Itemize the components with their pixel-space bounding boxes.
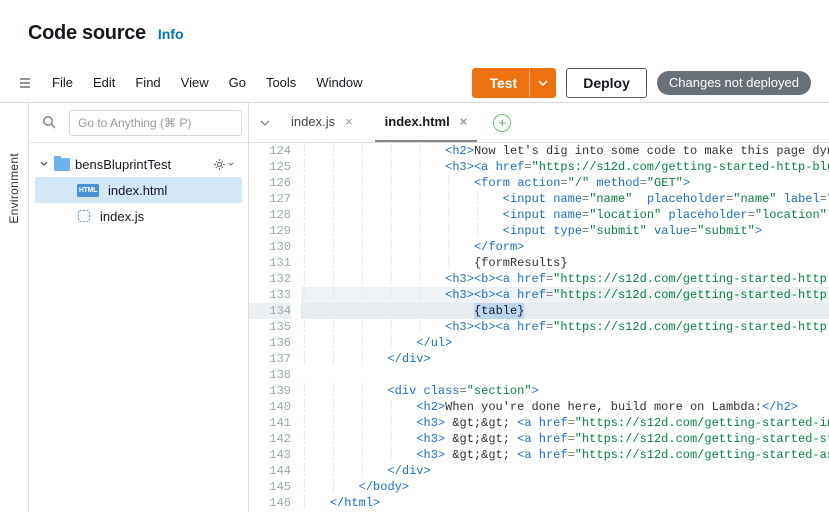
code-line[interactable]: ┆ ┆ ┆ ┆ ┆ <h3><b><a href="https://s12d.c… <box>301 319 829 335</box>
folder-label: bensBluprintTest <box>75 157 171 172</box>
html-file-icon: HTML <box>77 184 99 197</box>
code-line[interactable]: ┆ ┆ ┆ ┆ ┆ ┆ ┆ <input name="location" pla… <box>301 207 829 223</box>
goto-anything-input[interactable] <box>69 110 242 136</box>
editor-pane: index.js × index.html × + 12412512612712812… <box>249 103 829 512</box>
file-tree: bensBluprintTest HTML index.html index.js <box>29 143 248 237</box>
editor-tab[interactable]: index.js × <box>281 109 363 137</box>
code-line[interactable]: ┆ ┆ ┆ ┆ ┆ ┆ ┆ <input type="submit" value… <box>301 223 829 239</box>
side-rail: Environment <box>0 103 29 512</box>
code-line[interactable]: ┆ ┆ ┆ ┆ ┆ ┆ {formResults} <box>301 255 829 271</box>
test-dropdown-caret[interactable] <box>529 69 555 97</box>
code-line[interactable]: ┆ ┆ ┆ ┆ ┆ <h3><b><a href="https://s12d.c… <box>301 287 829 303</box>
tab-scroll-icon[interactable] <box>255 120 275 126</box>
code-line[interactable]: ┆ ┆ ┆ ┆ ┆ ┆ </form> <box>301 239 829 255</box>
environment-tab[interactable]: Environment <box>7 153 21 224</box>
code-line[interactable]: ┆ ┆ ┆ ┆ <h3> &gt;&gt; <a href="https://s… <box>301 447 829 463</box>
code-line[interactable]: ┆ ┆ ┆ ┆ ┆ ┆ ┆ <input name="name" placeho… <box>301 191 829 207</box>
menu-view[interactable]: View <box>171 75 219 90</box>
menu-window[interactable]: Window <box>306 75 372 90</box>
code-line[interactable] <box>301 367 829 383</box>
js-file-icon <box>77 209 91 223</box>
close-icon[interactable]: × <box>345 115 353 128</box>
gear-icon[interactable] <box>213 158 238 171</box>
file-label: index.js <box>100 209 144 224</box>
file-label: index.html <box>108 183 167 198</box>
menu-find[interactable]: Find <box>125 75 170 90</box>
new-tab-button[interactable]: + <box>493 114 511 132</box>
code-line[interactable]: ┆ ┆ ┆ ┆ ┆ ┆ <form action="/" method="GET… <box>301 175 829 191</box>
tree-folder-root[interactable]: bensBluprintTest <box>35 151 242 177</box>
editor-tabs: index.js × index.html × + <box>249 103 829 143</box>
page-header: Code source Info <box>0 0 829 63</box>
tree-file[interactable]: index.js <box>35 203 242 229</box>
code-line[interactable]: ┆ ┆ ┆ ┆ ┆ <h3><b><a href="https://s12d.c… <box>301 271 829 287</box>
code-editor[interactable]: 1241251261271281291301311321331341351361… <box>249 143 829 512</box>
tree-file[interactable]: HTML index.html <box>35 177 242 203</box>
collapse-icon[interactable] <box>18 76 32 90</box>
deploy-status-badge: Changes not deployed <box>657 71 811 95</box>
code-line[interactable]: ┆ ┆ </body> <box>301 479 829 495</box>
code-line[interactable]: ┆ ┆ ┆ <div class="section"> <box>301 383 829 399</box>
test-button[interactable]: Test <box>472 68 556 98</box>
page-title: Code source <box>28 22 146 45</box>
search-icon[interactable] <box>35 115 63 130</box>
info-link[interactable]: Info <box>158 26 184 42</box>
code-line[interactable]: ┆ ┆ ┆ </div> <box>301 351 829 367</box>
close-icon[interactable]: × <box>460 115 468 128</box>
code-line[interactable]: ┆ ┆ ┆ ┆ <h3> &gt;&gt; <a href="https://s… <box>301 415 829 431</box>
file-sidebar: bensBluprintTest HTML index.html index.js <box>29 103 249 512</box>
tab-label: index.html <box>385 114 450 129</box>
code-line[interactable]: ┆ ┆ ┆ ┆ <h3> &gt;&gt; <a href="https://s… <box>301 431 829 447</box>
code-line[interactable]: ┆ ┆ ┆ ┆ ┆ <h2>Now let's dig into some co… <box>301 143 829 159</box>
code-line[interactable]: ┆ ┆ ┆ ┆ ┆ <h3><a href="https://s12d.com/… <box>301 159 829 175</box>
code-line[interactable]: ┆ ┆ ┆ ┆ </ul> <box>301 335 829 351</box>
deploy-button[interactable]: Deploy <box>566 68 647 98</box>
menu-go[interactable]: Go <box>219 75 256 90</box>
menu-file[interactable]: File <box>42 75 83 90</box>
code-line[interactable]: ┆ ┆ ┆ ┆ ┆ ┆ {table} <box>301 303 829 319</box>
menu-tools[interactable]: Tools <box>256 75 306 90</box>
tab-label: index.js <box>291 114 335 129</box>
folder-icon <box>54 158 70 171</box>
menubar: FileEditFindViewGoToolsWindow Test Deplo… <box>0 63 829 103</box>
code-line[interactable]: ┆ ┆ ┆ </div> <box>301 463 829 479</box>
chevron-down-icon[interactable] <box>39 160 49 168</box>
menu-edit[interactable]: Edit <box>83 75 125 90</box>
editor-tab[interactable]: index.html × <box>375 109 478 137</box>
code-line[interactable]: ┆ ┆ ┆ ┆ <h2>When you're done here, build… <box>301 399 829 415</box>
